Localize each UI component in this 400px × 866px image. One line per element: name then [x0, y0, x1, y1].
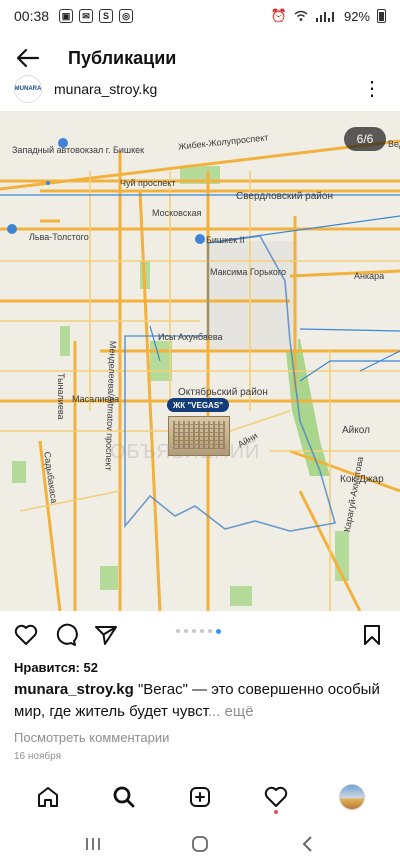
post-caption: munara_stroy.kg "Вегас" — это совершенно… — [14, 679, 384, 723]
system-back-button[interactable] — [287, 824, 327, 864]
map-label-isy: Исы Ахунбаева — [158, 332, 223, 342]
post-header: MUNARA munara_stroy.kg ⋮ — [0, 72, 400, 106]
profile-avatar — [339, 784, 365, 810]
system-navigation — [0, 822, 400, 866]
home-icon — [38, 787, 58, 807]
status-time: 00:38 — [14, 8, 50, 24]
more-options-button[interactable]: ⋮ — [362, 79, 382, 99]
battery-icon — [377, 9, 386, 23]
post-actions — [0, 621, 400, 649]
paper-plane-icon — [95, 626, 117, 645]
carousel-dot — [216, 628, 221, 634]
map-label-bishkek2: Бишкек II — [206, 235, 245, 245]
recent-apps-button[interactable] — [73, 824, 113, 864]
caption-username[interactable]: munara_stroy.kg — [14, 681, 134, 698]
carousel-dot — [192, 629, 196, 633]
post-date: 16 ноября — [14, 751, 61, 762]
nav-profile[interactable] — [332, 777, 372, 817]
comment-button[interactable] — [54, 623, 78, 647]
map-label-maksima: Максима Горького — [210, 267, 286, 277]
complex-badge: ЖК "VEGAS" — [167, 398, 229, 412]
arrow-left-icon — [16, 48, 40, 68]
status-notification-icons: ▣ ✉ S ◎ — [59, 9, 134, 23]
home-button[interactable] — [180, 824, 220, 864]
add-post-icon — [190, 787, 210, 807]
chevron-left-icon — [302, 836, 312, 852]
carousel-dot — [176, 629, 180, 633]
watermark: ОБЪЯВЛЕНИЙ — [110, 441, 261, 463]
likes-count[interactable]: Нравится: 52 — [14, 660, 98, 675]
nav-home[interactable] — [28, 777, 68, 817]
comment-icon — [56, 623, 78, 646]
avatar-logo: MUNARA — [14, 86, 42, 92]
map-label-aykol: Айкол — [342, 425, 370, 436]
map-label-sverdlovsky: Свердловский район — [236, 191, 333, 202]
bottom-navigation — [0, 775, 400, 819]
caption-more-link[interactable]: ... ещё — [208, 703, 254, 720]
wifi-icon — [294, 10, 308, 21]
view-comments-link[interactable]: Посмотреть комментарии — [14, 730, 169, 745]
alarm-icon: ⏰ — [270, 8, 287, 23]
map-label-oktyabrsky: Октябрьский район — [178, 387, 268, 398]
status-bar: 00:38 ▣ ✉ S ◎ ⏰ 92% — [0, 0, 400, 32]
nav-search[interactable] — [104, 777, 144, 817]
messenger-icon: ✉ — [79, 9, 94, 23]
carousel-dot — [200, 629, 204, 633]
like-button[interactable] — [14, 623, 38, 647]
battery-percent: 92% — [343, 8, 370, 24]
signal-icon — [315, 12, 334, 22]
map-label-right-edge: Ведо — [388, 139, 400, 149]
recent-apps-icon — [86, 838, 101, 850]
carousel-dot — [208, 629, 212, 633]
heart-icon — [14, 624, 38, 645]
share-button[interactable] — [94, 623, 118, 647]
carousel-counter: 6/6 — [344, 127, 386, 151]
nav-activity[interactable] — [256, 777, 296, 817]
bookmark-icon — [364, 625, 380, 645]
map-label-moskovskaya: Московская — [152, 208, 202, 218]
map-graphic — [0, 138, 400, 611]
instagram-icon: ◎ — [119, 9, 134, 23]
map-label-lva-tolstogo: Льва-Толстого — [29, 232, 89, 242]
carousel-indicator — [176, 628, 221, 634]
carousel-dot — [184, 629, 188, 633]
notification-dot — [274, 810, 278, 814]
map-label-tynalieva: Тыналиева — [56, 373, 66, 420]
map-label-chuy: Чуй проспект — [120, 178, 176, 188]
author-avatar[interactable]: MUNARA — [14, 75, 42, 103]
gallery-icon: ▣ — [59, 9, 74, 23]
shazam-icon: S — [99, 9, 114, 23]
search-icon — [113, 786, 135, 808]
map-label-ankara: Анкара — [354, 271, 385, 281]
post-image-map[interactable]: 6/6 Западный автовокзал г. Бишкек Жибек-… — [0, 111, 400, 611]
save-button[interactable] — [360, 623, 384, 647]
heart-icon — [264, 786, 288, 807]
page-title: Публикации — [68, 47, 177, 68]
nav-create[interactable] — [180, 777, 220, 817]
map-label-bus-station: Западный автовокзал г. Бишкек — [12, 145, 145, 155]
home-circle-icon — [192, 836, 208, 852]
author-username[interactable]: munara_stroy.kg — [54, 81, 157, 97]
